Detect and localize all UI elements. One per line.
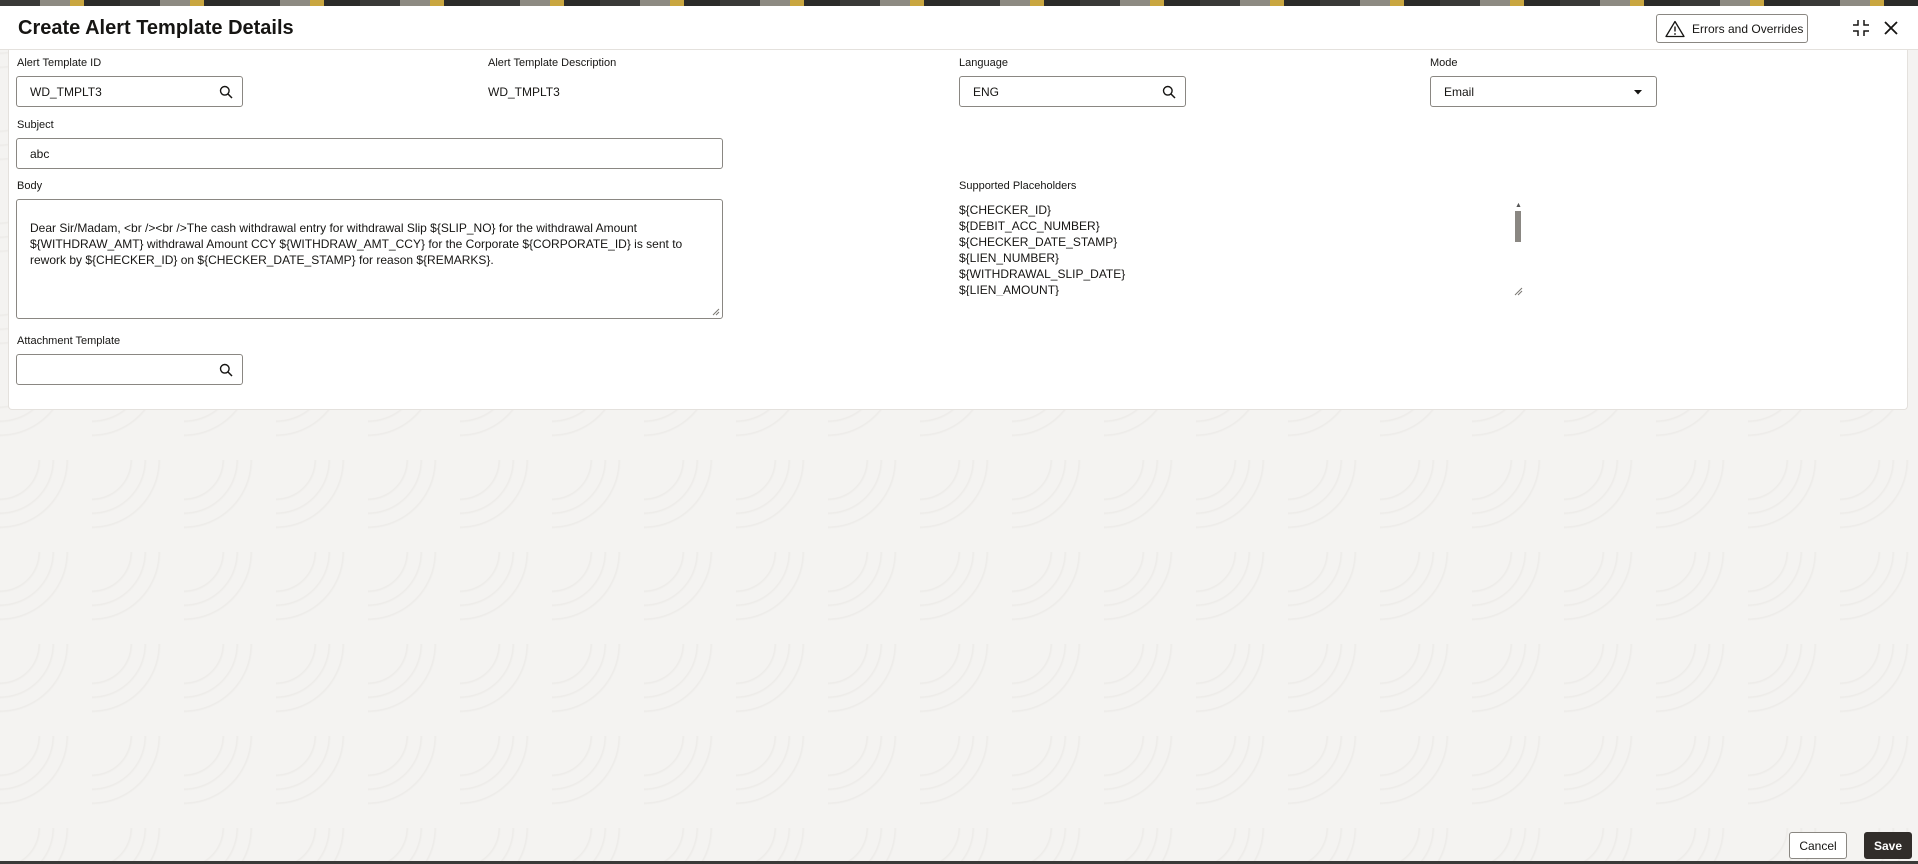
placeholder-item: ${CHECKER_DATE_STAMP}	[959, 235, 1118, 249]
search-icon[interactable]	[219, 85, 233, 99]
attachment-template-input[interactable]	[16, 354, 243, 385]
template-description-value: WD_TMPLT3	[488, 85, 560, 99]
resize-grip-icon[interactable]	[712, 308, 720, 316]
close-icon[interactable]	[1881, 18, 1901, 38]
errors-and-overrides-button[interactable]: Errors and Overrides	[1656, 14, 1808, 43]
search-icon[interactable]	[1162, 85, 1176, 99]
template-id-value: WD_TMPLT3	[30, 84, 102, 99]
minimize-icon[interactable]	[1851, 18, 1871, 38]
mode-value: Email	[1444, 84, 1475, 99]
errors-and-overrides-label: Errors and Overrides	[1692, 21, 1804, 36]
placeholders-scrollbar[interactable]: ▲	[1513, 202, 1523, 296]
scroll-up-icon[interactable]: ▲	[1515, 202, 1522, 209]
template-description-label: Alert Template Description	[488, 57, 617, 69]
placeholder-item: ${LIEN_AMOUNT}	[959, 283, 1060, 296]
template-id-input[interactable]: WD_TMPLT3	[16, 76, 243, 107]
scrollbar-thumb[interactable]	[1515, 211, 1521, 242]
supported-placeholders-list[interactable]: ${CHECKER_ID} ${DEBIT_ACC_NUMBER} ${CHEC…	[959, 202, 1534, 296]
language-input[interactable]: ENG	[959, 76, 1186, 107]
cancel-button[interactable]: Cancel	[1789, 832, 1847, 859]
placeholder-item: ${WITHDRAWAL_SLIP_DATE}	[959, 267, 1126, 281]
page-title: Create Alert Template Details	[18, 17, 294, 39]
template-id-label: Alert Template ID	[17, 57, 102, 69]
caret-down-icon	[1634, 89, 1642, 94]
subject-input[interactable]: abc	[16, 138, 723, 169]
placeholder-item: ${LIEN_NUMBER}	[959, 251, 1060, 265]
form-card: Alert Template ID WD_TMPLT3 Alert Templa…	[8, 50, 1908, 410]
save-button[interactable]: Save	[1864, 832, 1912, 859]
body-value: Dear Sir/Madam, <br /><br />The cash wit…	[30, 221, 683, 267]
placeholder-item: ${CHECKER_ID}	[959, 203, 1052, 217]
supported-placeholders-label: Supported Placeholders	[959, 180, 1077, 192]
page-header: Create Alert Template Details Errors and…	[0, 6, 1918, 50]
mode-label: Mode	[1430, 57, 1458, 69]
language-label: Language	[959, 57, 1008, 69]
search-icon[interactable]	[219, 363, 233, 377]
warning-icon	[1665, 20, 1685, 37]
body-textarea[interactable]: Dear Sir/Madam, <br /><br />The cash wit…	[16, 199, 723, 319]
body-label: Body	[17, 180, 43, 192]
attachment-template-label: Attachment Template	[17, 335, 121, 347]
language-value: ENG	[973, 84, 1000, 99]
subject-label: Subject	[17, 119, 54, 131]
resize-grip-icon[interactable]	[1513, 286, 1523, 296]
mode-select[interactable]: Email	[1430, 76, 1657, 107]
subject-value: abc	[30, 146, 50, 161]
placeholder-item: ${DEBIT_ACC_NUMBER}	[959, 219, 1100, 233]
